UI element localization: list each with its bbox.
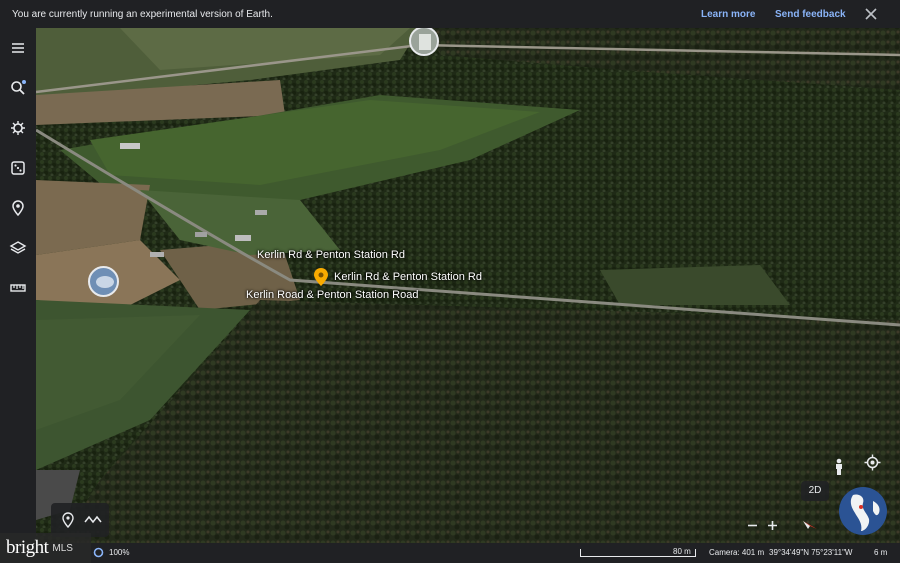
elevation: 6 m (874, 548, 888, 557)
compass-icon[interactable] (802, 518, 818, 532)
add-placemark-icon[interactable] (60, 512, 76, 528)
logo-sub: MLS (52, 542, 73, 554)
experimental-banner: You are currently running an experimenta… (0, 0, 900, 28)
toggle-2d-button[interactable]: 2D (801, 481, 829, 501)
learn-more-link[interactable]: Learn more (701, 9, 755, 20)
zoom-out-icon[interactable] (746, 519, 759, 532)
photo-sphere-thumbnail[interactable] (409, 26, 439, 56)
globe-icon (839, 487, 887, 535)
globe-overview[interactable] (839, 487, 887, 535)
banner-message: You are currently running an experimenta… (12, 8, 273, 20)
zoom-in-icon[interactable] (766, 519, 779, 532)
logo-main: bright (6, 537, 49, 558)
menu-icon (12, 43, 24, 53)
location-pin-icon[interactable] (314, 268, 328, 286)
map-label[interactable]: Kerlin Rd & Penton Station Rd (257, 249, 405, 261)
projects-icon (12, 200, 24, 217)
menu-button[interactable] (9, 39, 27, 57)
mini-toolbar (51, 503, 109, 537)
pegman-icon[interactable] (832, 458, 846, 476)
toggle-2d-label: 2D (808, 485, 822, 496)
bright-mls-logo: bright MLS (0, 533, 91, 563)
zoom-percent: 100% (109, 548, 130, 557)
measure-button[interactable] (9, 279, 27, 297)
coordinates: 39°34'49"N 75°23'11"W (769, 548, 853, 557)
map-style-button[interactable] (9, 239, 27, 257)
camera-altitude: Camera: 401 m (709, 548, 765, 557)
dice-icon (11, 161, 25, 175)
voyager-button[interactable] (9, 119, 27, 137)
draw-path-icon[interactable] (84, 512, 102, 528)
map-label[interactable]: Kerlin Road & Penton Station Road (246, 289, 418, 301)
map-label[interactable]: Kerlin Rd & Penton Station Rd (334, 271, 482, 283)
photo-sphere-thumbnail[interactable] (88, 266, 119, 297)
status-bar: 100% 80 m Camera: 401 m 39°34'49"N 75°23… (0, 543, 900, 563)
send-feedback-link[interactable]: Send feedback (775, 9, 846, 20)
sidebar (0, 28, 36, 543)
projects-button[interactable] (9, 199, 27, 217)
feeling-lucky-button[interactable] (9, 159, 27, 177)
measure-icon (10, 284, 26, 292)
map-style-icon (9, 241, 27, 254)
scale-label: 80 m (673, 547, 691, 556)
search-icon (11, 80, 26, 95)
search-button[interactable] (9, 79, 27, 97)
loading-ring-icon (93, 547, 104, 558)
close-icon[interactable] (862, 5, 880, 23)
voyager-icon (11, 121, 25, 135)
my-location-icon[interactable] (864, 454, 881, 471)
